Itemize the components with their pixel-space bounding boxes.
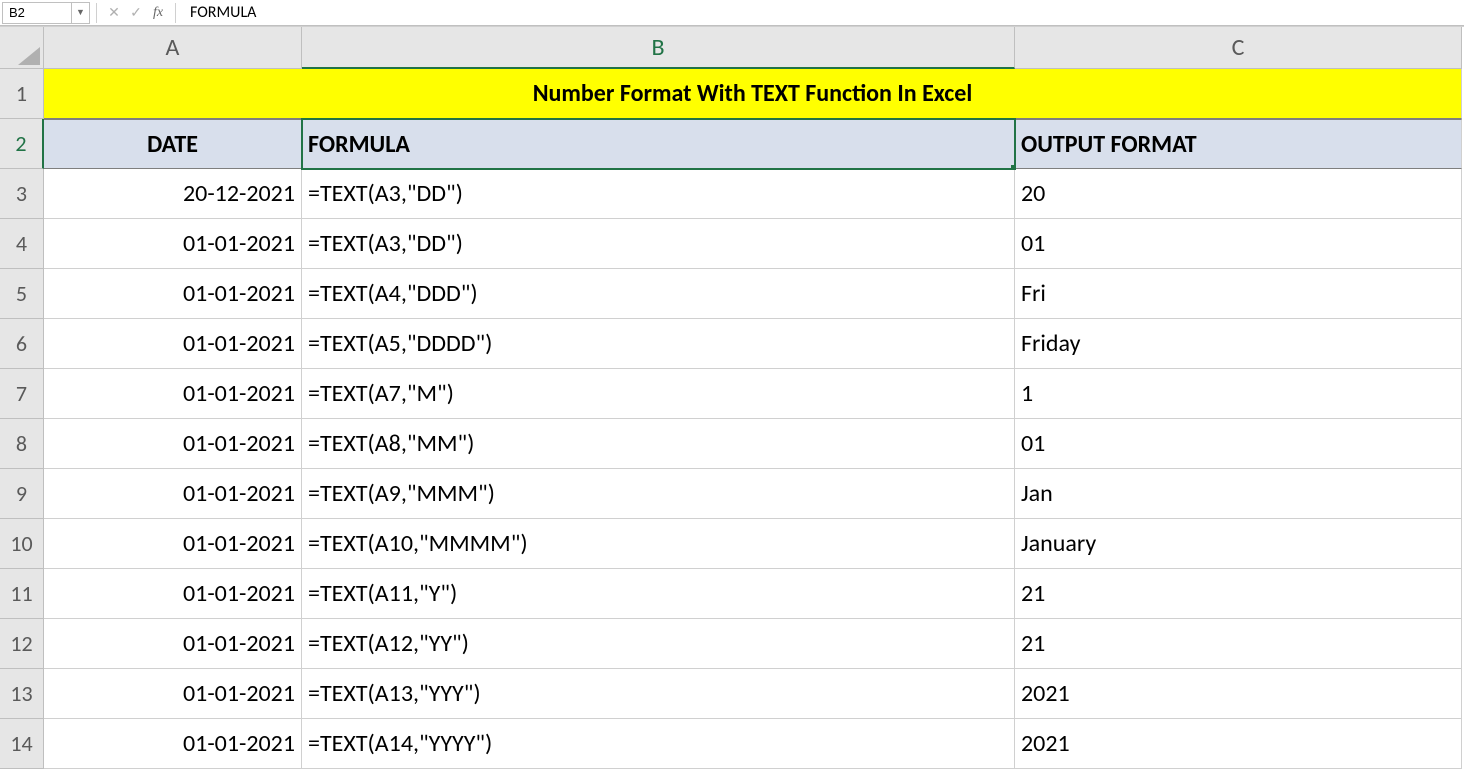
row-header-12[interactable]: 12	[0, 619, 44, 669]
cell-B11[interactable]: =TEXT(A11,"Y")	[302, 569, 1015, 619]
column-header-B[interactable]: B	[302, 27, 1015, 69]
select-all-corner[interactable]	[0, 27, 44, 69]
cell-B8[interactable]: =TEXT(A8,"MM")	[302, 419, 1015, 469]
cell-C7[interactable]: 1	[1015, 369, 1462, 419]
column-headers: ABC	[44, 27, 1462, 69]
cell-A6[interactable]: 01-01-2021	[44, 319, 302, 369]
cell-A3[interactable]: 20-12-2021	[44, 169, 302, 219]
separator	[175, 3, 176, 23]
header-cell-C[interactable]: OUTPUT FORMAT	[1015, 119, 1462, 169]
title-cell[interactable]: Number Format With TEXT Function In Exce…	[44, 69, 1462, 119]
cell-C6[interactable]: Friday	[1015, 319, 1462, 369]
name-box-dropdown-icon[interactable]: ▼	[72, 2, 90, 24]
row-header-13[interactable]: 13	[0, 669, 44, 719]
cell-B7[interactable]: =TEXT(A7,"M")	[302, 369, 1015, 419]
worksheet: ABC 1234567891011121314 Number Format Wi…	[0, 26, 1464, 27]
cell-A4[interactable]: 01-01-2021	[44, 219, 302, 269]
row-header-2[interactable]: 2	[0, 119, 44, 169]
cell-A8[interactable]: 01-01-2021	[44, 419, 302, 469]
cancel-icon: ✕	[103, 2, 125, 24]
cell-A13[interactable]: 01-01-2021	[44, 669, 302, 719]
cell-C4[interactable]: 01	[1015, 219, 1462, 269]
cell-C14[interactable]: 2021	[1015, 719, 1462, 769]
cell-B14[interactable]: =TEXT(A14,"YYYY")	[302, 719, 1015, 769]
cell-A7[interactable]: 01-01-2021	[44, 369, 302, 419]
row-header-5[interactable]: 5	[0, 269, 44, 319]
row-header-7[interactable]: 7	[0, 369, 44, 419]
cell-B12[interactable]: =TEXT(A12,"YY")	[302, 619, 1015, 669]
header-cell-A[interactable]: DATE	[44, 119, 302, 169]
row-header-4[interactable]: 4	[0, 219, 44, 269]
header-cell-B[interactable]: FORMULA	[302, 119, 1015, 169]
row-header-14[interactable]: 14	[0, 719, 44, 769]
cell-grid: Number Format With TEXT Function In Exce…	[44, 69, 1462, 769]
row-headers: 1234567891011121314	[0, 69, 44, 769]
row-header-1[interactable]: 1	[0, 69, 44, 119]
fx-icon[interactable]: fx	[147, 2, 169, 24]
column-header-A[interactable]: A	[44, 27, 302, 69]
cell-A5[interactable]: 01-01-2021	[44, 269, 302, 319]
row-header-10[interactable]: 10	[0, 519, 44, 569]
cell-B6[interactable]: =TEXT(A5,"DDDD")	[302, 319, 1015, 369]
cell-A11[interactable]: 01-01-2021	[44, 569, 302, 619]
cell-B13[interactable]: =TEXT(A13,"YYY")	[302, 669, 1015, 719]
cell-A14[interactable]: 01-01-2021	[44, 719, 302, 769]
cell-C10[interactable]: January	[1015, 519, 1462, 569]
cell-A12[interactable]: 01-01-2021	[44, 619, 302, 669]
enter-icon: ✓	[125, 2, 147, 24]
cell-B4[interactable]: =TEXT(A3,"DD")	[302, 219, 1015, 269]
row-header-6[interactable]: 6	[0, 319, 44, 369]
separator	[96, 3, 97, 23]
cell-C5[interactable]: Fri	[1015, 269, 1462, 319]
cell-C3[interactable]: 20	[1015, 169, 1462, 219]
cell-C11[interactable]: 21	[1015, 569, 1462, 619]
cell-B5[interactable]: =TEXT(A4,"DDD")	[302, 269, 1015, 319]
formula-bar-input[interactable]: FORMULA	[182, 3, 1464, 22]
row-header-8[interactable]: 8	[0, 419, 44, 469]
cell-B10[interactable]: =TEXT(A10,"MMMM")	[302, 519, 1015, 569]
cell-C9[interactable]: Jan	[1015, 469, 1462, 519]
cell-C12[interactable]: 21	[1015, 619, 1462, 669]
cell-C13[interactable]: 2021	[1015, 669, 1462, 719]
cell-B3[interactable]: =TEXT(A3,"DD")	[302, 169, 1015, 219]
cell-A10[interactable]: 01-01-2021	[44, 519, 302, 569]
name-box[interactable]: B2	[2, 2, 72, 24]
cell-A9[interactable]: 01-01-2021	[44, 469, 302, 519]
cell-B9[interactable]: =TEXT(A9,"MMM")	[302, 469, 1015, 519]
formula-bar: B2 ▼ ✕ ✓ fx FORMULA	[0, 0, 1464, 26]
column-header-C[interactable]: C	[1015, 27, 1462, 69]
row-header-3[interactable]: 3	[0, 169, 44, 219]
cell-C8[interactable]: 01	[1015, 419, 1462, 469]
row-header-11[interactable]: 11	[0, 569, 44, 619]
row-header-9[interactable]: 9	[0, 469, 44, 519]
